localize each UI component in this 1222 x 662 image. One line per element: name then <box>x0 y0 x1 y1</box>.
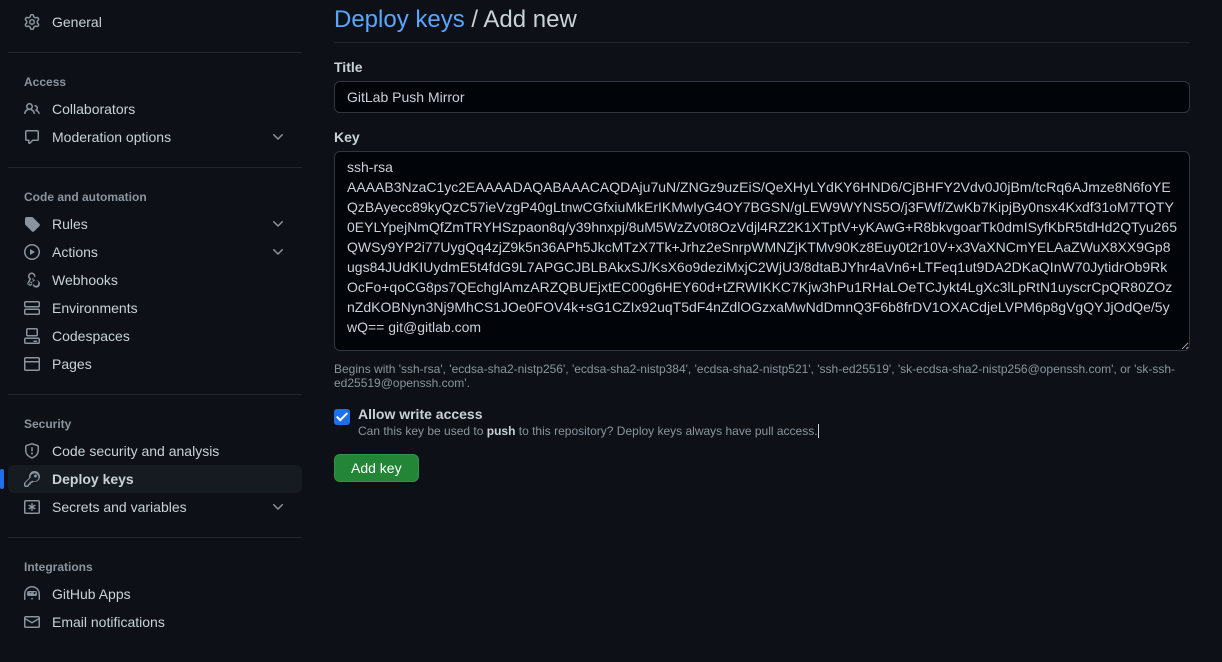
play-icon <box>24 244 40 260</box>
divider <box>8 537 302 538</box>
title-label: Title <box>334 59 1190 75</box>
rules-icon <box>24 216 40 232</box>
hubot-icon <box>24 586 40 602</box>
chevron-down-icon <box>270 129 286 145</box>
sidebar-item-webhooks[interactable]: Webhooks <box>8 266 302 294</box>
chevron-down-icon <box>270 244 286 260</box>
sidebar-item-rules[interactable]: Rules <box>8 210 302 238</box>
sidebar-item-collaborators[interactable]: Collaborators <box>8 95 302 123</box>
mail-icon <box>24 614 40 630</box>
sidebar-item-actions[interactable]: Actions <box>8 238 302 266</box>
browser-icon <box>24 356 40 372</box>
gear-icon <box>24 14 40 30</box>
chevron-down-icon <box>270 499 286 515</box>
add-key-button[interactable]: Add key <box>334 454 419 482</box>
asterisk-icon <box>24 499 40 515</box>
key-textarea[interactable] <box>334 151 1190 351</box>
sidebar-item-codespaces[interactable]: Codespaces <box>8 322 302 350</box>
key-icon <box>24 471 40 487</box>
breadcrumb-current: Add new <box>483 6 576 33</box>
sidebar-heading-integrations: Integrations <box>8 554 302 580</box>
sidebar-item-pages[interactable]: Pages <box>8 350 302 378</box>
sidebar-item-code-security[interactable]: Code security and analysis <box>8 437 302 465</box>
sidebar-item-github-apps[interactable]: GitHub Apps <box>8 580 302 608</box>
sidebar-heading-code: Code and automation <box>8 184 302 210</box>
divider <box>8 394 302 395</box>
sidebar-item-secrets[interactable]: Secrets and variables <box>8 493 302 521</box>
page-header: Deploy keys / Add new <box>334 6 1190 43</box>
title-input[interactable] <box>334 81 1190 113</box>
allow-write-description: Can this key be used to push to this rep… <box>358 424 819 438</box>
settings-sidebar: General Access Collaborators Moderation … <box>0 0 310 662</box>
comment-icon <box>24 129 40 145</box>
people-icon <box>24 101 40 117</box>
key-label: Key <box>334 129 1190 145</box>
allow-write-checkbox[interactable] <box>334 409 350 425</box>
sidebar-item-email-notifications[interactable]: Email notifications <box>8 608 302 636</box>
key-hint: Begins with 'ssh-rsa', 'ecdsa-sha2-nistp… <box>334 362 1190 390</box>
shield-icon <box>24 443 40 459</box>
chevron-down-icon <box>270 216 286 232</box>
sidebar-item-general[interactable]: General <box>8 8 302 36</box>
sidebar-item-environments[interactable]: Environments <box>8 294 302 322</box>
sidebar-heading-access: Access <box>8 69 302 95</box>
divider <box>8 167 302 168</box>
allow-write-label: Allow write access <box>358 406 819 422</box>
sidebar-item-deploy-keys[interactable]: Deploy keys <box>8 465 302 493</box>
codespaces-icon <box>24 328 40 344</box>
sidebar-heading-security: Security <box>8 411 302 437</box>
webhook-icon <box>24 272 40 288</box>
main-content: Deploy keys / Add new Title Key Begins w… <box>310 0 1222 662</box>
divider <box>8 52 302 53</box>
sidebar-item-moderation[interactable]: Moderation options <box>8 123 302 151</box>
breadcrumb-link[interactable]: Deploy keys <box>334 6 465 33</box>
server-icon <box>24 300 40 316</box>
breadcrumb-separator: / <box>465 6 484 33</box>
